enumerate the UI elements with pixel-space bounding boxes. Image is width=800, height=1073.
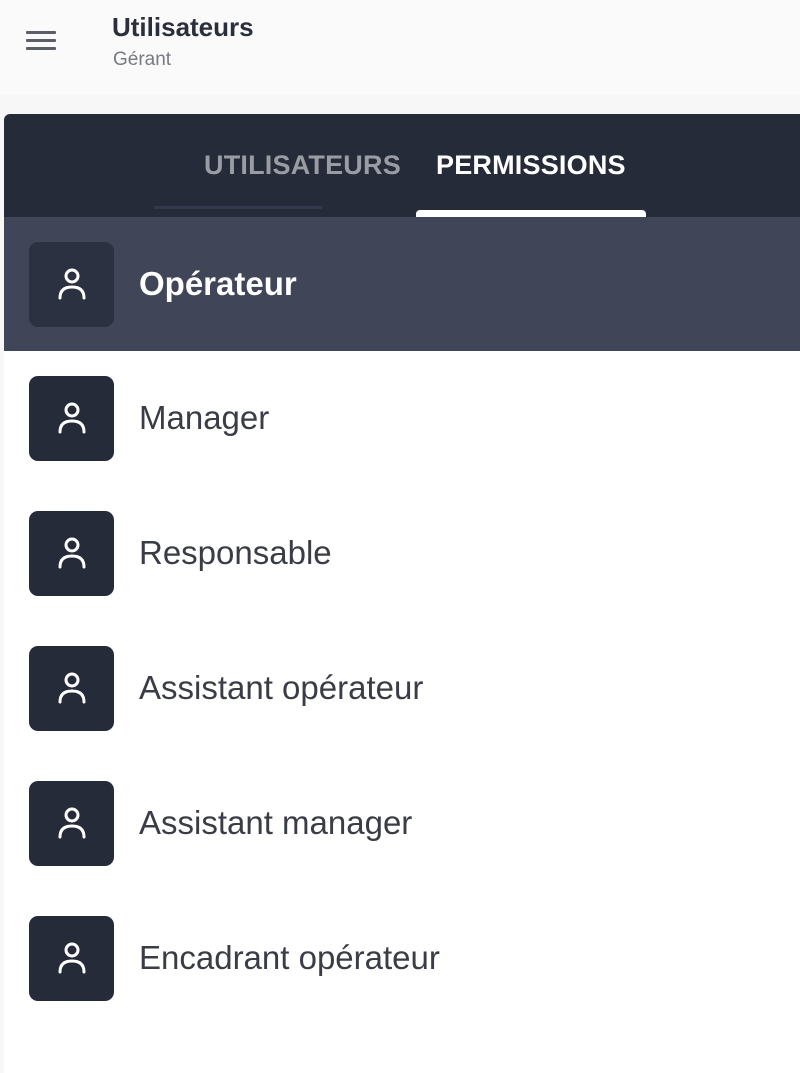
person-icon bbox=[58, 402, 86, 434]
role-label: Assistant opérateur bbox=[139, 669, 424, 706]
role-list: Opérateur Manager Responsable Assistant … bbox=[4, 217, 800, 1026]
hamburger-menu-icon[interactable] bbox=[24, 28, 58, 54]
role-label: Manager bbox=[139, 399, 270, 436]
role-label: Assistant manager bbox=[139, 804, 413, 841]
active-tab-indicator bbox=[416, 210, 646, 217]
tab-permissions[interactable]: PERMISSIONS bbox=[436, 150, 626, 181]
tab-divider bbox=[154, 206, 322, 209]
permissions-panel: UTILISATEURS PERMISSIONS Opérateur Manag… bbox=[4, 114, 800, 1073]
role-item-manager[interactable]: Manager bbox=[4, 351, 800, 486]
person-icon bbox=[58, 807, 86, 839]
role-item-responsable[interactable]: Responsable bbox=[4, 486, 800, 621]
page-title: Utilisateurs bbox=[112, 12, 254, 42]
role-label: Encadrant opérateur bbox=[139, 939, 440, 976]
person-icon bbox=[58, 537, 86, 569]
role-item-operateur[interactable]: Opérateur bbox=[4, 217, 800, 351]
person-icon bbox=[58, 672, 86, 704]
role-item-encadrant-operateur[interactable]: Encadrant opérateur bbox=[4, 891, 800, 1026]
app-screen: Utilisateurs Gérant UTILISATEURS PERMISS… bbox=[0, 0, 800, 1073]
role-avatar bbox=[29, 242, 114, 327]
role-label: Opérateur bbox=[139, 265, 297, 302]
person-icon bbox=[58, 942, 86, 974]
role-avatar bbox=[29, 511, 114, 596]
page-subtitle: Gérant bbox=[113, 49, 172, 70]
tab-utilisateurs[interactable]: UTILISATEURS bbox=[204, 150, 401, 181]
role-item-assistant-manager[interactable]: Assistant manager bbox=[4, 756, 800, 891]
role-item-assistant-operateur[interactable]: Assistant opérateur bbox=[4, 621, 800, 756]
role-avatar bbox=[29, 916, 114, 1001]
role-avatar bbox=[29, 781, 114, 866]
person-icon bbox=[58, 268, 86, 300]
role-label: Responsable bbox=[139, 534, 332, 571]
role-avatar bbox=[29, 646, 114, 731]
top-app-bar: Utilisateurs Gérant bbox=[0, 0, 800, 95]
role-avatar bbox=[29, 376, 114, 461]
tab-bar: UTILISATEURS PERMISSIONS bbox=[4, 114, 800, 217]
